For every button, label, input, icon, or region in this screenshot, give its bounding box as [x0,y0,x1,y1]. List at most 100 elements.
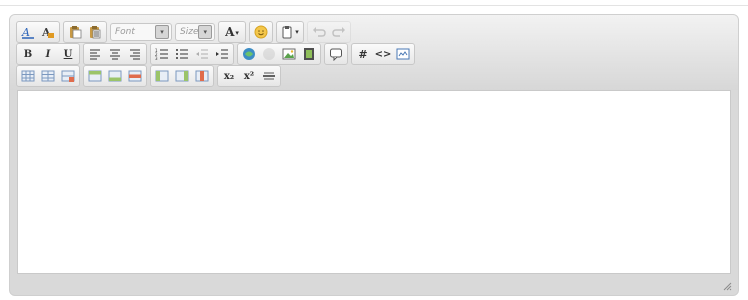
font-highlight-button[interactable]: A [39,24,57,40]
chevron-down-icon: ▾ [198,25,212,39]
special-char-button[interactable] [394,46,412,62]
chevron-down-icon: ▾ [295,28,299,36]
insert-column-left-button[interactable] [153,68,171,84]
insert-column-left-icon [155,70,169,82]
resize-grip-icon[interactable] [722,281,732,291]
undo-icon [313,27,326,37]
row-group [83,65,147,87]
unlink-button[interactable] [260,46,278,62]
bold-icon: B [23,48,33,60]
outdent-button[interactable] [193,46,211,62]
unlink-icon [263,48,275,60]
subscript-icon: x₂ [223,70,235,82]
subscript-button[interactable]: x₂ [220,68,238,84]
align-left-icon [90,49,100,60]
media-button[interactable] [300,46,318,62]
image-button[interactable] [280,46,298,62]
numbered-list-button[interactable]: 123 [153,46,171,62]
delete-table-button[interactable] [59,68,77,84]
source-code-button[interactable]: <> [374,46,392,62]
underline-icon: U [63,48,73,60]
font-color-button[interactable]: A [19,24,37,40]
align-right-icon [130,49,140,60]
comment-icon [330,48,342,61]
emoticon-icon [254,25,268,39]
paste-group [63,21,107,43]
emoticon-group [249,21,273,43]
bullet-list-icon [176,49,188,59]
font-select[interactable]: Font ▾ [110,23,172,41]
toolbar-row-3: x₂ x² [16,65,281,87]
align-group [83,43,147,65]
italic-button[interactable]: I [39,46,57,62]
font-select-label: Font [115,27,135,37]
horizontal-rule-icon [263,72,275,80]
paste-text-icon [90,26,101,39]
source-code-icon: <> [374,48,392,60]
bold-button[interactable]: B [19,46,37,62]
editor-content-area[interactable] [17,90,731,274]
font-highlight-icon: A [41,26,54,39]
delete-column-button[interactable] [193,68,211,84]
chevron-down-icon: ▾ [155,25,169,39]
undo-button[interactable] [310,24,328,40]
numbered-list-icon: 123 [155,48,168,61]
redo-button[interactable] [330,24,348,40]
anchor-icon: # [358,47,368,61]
bullet-list-button[interactable] [173,46,191,62]
list-group: 123 [150,43,234,65]
media-icon [304,48,314,60]
paste-text-button[interactable] [86,24,104,40]
insert-row-above-button[interactable] [86,68,104,84]
indent-button[interactable] [213,46,231,62]
align-center-icon [110,49,120,60]
redo-icon [332,27,345,37]
table-group [16,65,80,87]
align-right-button[interactable] [126,46,144,62]
indent-icon [216,49,228,59]
insert-group [237,43,321,65]
script-group: x₂ x² [217,65,281,87]
insert-row-below-button[interactable] [106,68,124,84]
superscript-icon: x² [243,70,255,82]
comment-group [324,43,348,65]
horizontal-rule-button[interactable] [260,68,278,84]
superscript-button[interactable]: x² [240,68,258,84]
svg-text:3: 3 [155,56,158,61]
delete-row-icon [128,70,142,82]
paste-icon [70,26,82,39]
font-color-icon: A [21,26,34,39]
align-left-button[interactable] [86,46,104,62]
table-properties-icon [41,70,55,82]
anchor-button[interactable]: # [354,46,372,62]
top-divider [0,5,748,6]
insert-column-right-icon [175,70,189,82]
paste-button[interactable] [66,24,84,40]
chevron-down-icon: ▾ [235,27,239,37]
paste-dropdown-group: ▾ [276,21,304,43]
image-icon [282,48,296,60]
delete-column-icon [195,70,209,82]
insert-column-right-button[interactable] [173,68,191,84]
outdent-icon [196,49,208,59]
size-select[interactable]: Size ▾ [175,23,215,41]
underline-button[interactable]: U [59,46,77,62]
insert-row-above-icon [88,70,102,82]
delete-row-button[interactable] [126,68,144,84]
text-color-button[interactable]: A ▾ [221,24,243,40]
comment-button[interactable] [327,46,345,62]
code-group: # <> [351,43,415,65]
table-properties-button[interactable] [39,68,57,84]
align-center-button[interactable] [106,46,124,62]
table-button[interactable] [19,68,37,84]
paste-dropdown-button[interactable]: ▾ [279,24,301,40]
link-button[interactable] [240,46,258,62]
paste-dropdown-icon [282,26,292,39]
column-group [150,65,214,87]
toolbar-row-1: A A Font ▾ Size ▾ A ▾ ▾ [16,21,351,43]
emoticon-button[interactable] [252,24,270,40]
size-select-label: Size [180,27,199,37]
special-char-icon [396,48,410,60]
toolbar-row-2: B I U 123 # <> [16,43,415,65]
basic-style-group: B I U [16,43,80,65]
